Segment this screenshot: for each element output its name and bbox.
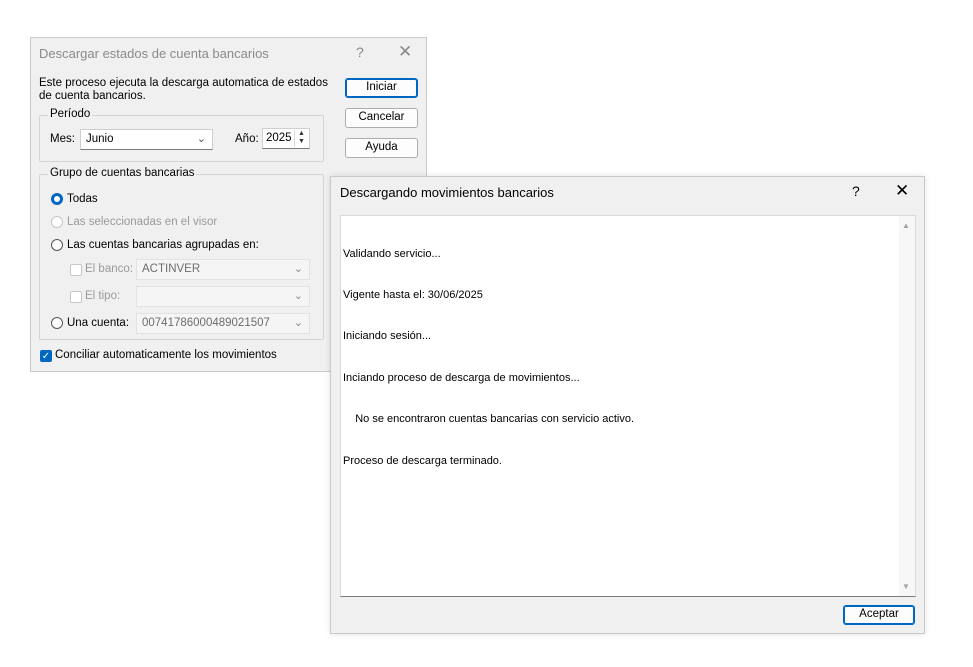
reconcile-checkbox[interactable]: ✓	[40, 350, 52, 362]
period-legend: Período	[48, 108, 93, 120]
account-group-legend: Grupo de cuentas bancarias	[48, 167, 197, 179]
year-spinner[interactable]: 2025 ▲ ▼	[262, 128, 310, 149]
bank-select[interactable]: ACTINVER ⌄	[136, 259, 310, 280]
month-select[interactable]: Junio ⌄	[80, 129, 213, 150]
radio-selected[interactable]	[51, 216, 63, 228]
chevron-down-icon: ⌄	[293, 317, 303, 329]
log-line: Vigente hasta el: 30/06/2025	[343, 288, 483, 301]
radio-one-account[interactable]	[51, 317, 63, 329]
type-checkbox[interactable]	[70, 291, 82, 303]
dialog-title: Descargar estados de cuenta bancarios	[39, 46, 269, 61]
title-bar[interactable]: Descargando movimientos bancarios ? ✕	[331, 177, 924, 207]
radio-all-label[interactable]: Todas	[67, 193, 98, 205]
bank-value: ACTINVER	[142, 263, 201, 275]
radio-all[interactable]	[51, 193, 63, 205]
account-select[interactable]: 00741786000489021507 ⌄	[136, 313, 310, 334]
log-lines: Validando servicio... Vigente hasta el: …	[343, 220, 634, 496]
scroll-up-icon[interactable]: ▲	[902, 221, 910, 230]
scroll-down-icon[interactable]: ▼	[902, 582, 910, 591]
help-button[interactable]: Ayuda	[345, 138, 418, 158]
close-icon[interactable]: ✕	[398, 42, 412, 62]
close-icon[interactable]: ✕	[895, 181, 909, 201]
help-icon[interactable]: ?	[852, 183, 860, 199]
cancel-button[interactable]: Cancelar	[345, 108, 418, 128]
year-label: Año:	[235, 133, 259, 145]
radio-grouped-label[interactable]: Las cuentas bancarias agrupadas en:	[67, 239, 259, 251]
chevron-down-icon: ⌄	[196, 133, 206, 145]
help-icon[interactable]: ?	[356, 44, 364, 60]
period-group: Período Mes: Junio ⌄ Año: 2025 ▲ ▼	[39, 108, 324, 162]
type-label: El tipo:	[85, 290, 121, 302]
chevron-down-icon: ⌄	[293, 263, 303, 275]
log-line: Inciando proceso de descarga de movimien…	[343, 371, 580, 384]
log-line: No se encontraron cuentas bancarias con …	[343, 413, 635, 426]
title-bar[interactable]: Descargar estados de cuenta bancarios ? …	[31, 38, 426, 68]
dialog-title: Descargando movimientos bancarios	[340, 185, 554, 200]
download-progress-dialog: Descargando movimientos bancarios ? ✕ Va…	[330, 176, 925, 634]
month-value: Junio	[86, 133, 114, 145]
log-line: Validando servicio...	[343, 247, 441, 260]
log-textarea[interactable]: Validando servicio... Vigente hasta el: …	[340, 215, 916, 597]
bank-label: El banco:	[85, 263, 133, 275]
radio-grouped[interactable]	[51, 239, 63, 251]
account-value: 00741786000489021507	[142, 317, 270, 329]
bank-checkbox[interactable]	[70, 264, 82, 276]
log-line: Proceso de descarga terminado.	[343, 454, 502, 467]
radio-selected-label[interactable]: Las seleccionadas en el visor	[67, 216, 217, 228]
description-text: Este proceso ejecuta la descarga automat…	[39, 77, 328, 102]
radio-one-account-label[interactable]: Una cuenta:	[67, 317, 129, 329]
month-label: Mes:	[50, 133, 75, 145]
type-select[interactable]: ⌄	[136, 286, 310, 307]
log-line: Iniciando sesión...	[343, 330, 432, 343]
spin-arrows-icon[interactable]: ▲ ▼	[294, 130, 308, 147]
chevron-down-icon: ⌄	[293, 290, 303, 302]
vertical-scrollbar[interactable]: ▲ ▼	[899, 216, 915, 596]
start-button[interactable]: Iniciar	[345, 78, 418, 98]
reconcile-label[interactable]: Conciliar automaticamente los movimiento…	[55, 349, 277, 361]
account-group: Grupo de cuentas bancarias Todas Las sel…	[39, 167, 324, 340]
accept-button[interactable]: Aceptar	[843, 605, 915, 625]
year-value: 2025	[266, 132, 292, 144]
